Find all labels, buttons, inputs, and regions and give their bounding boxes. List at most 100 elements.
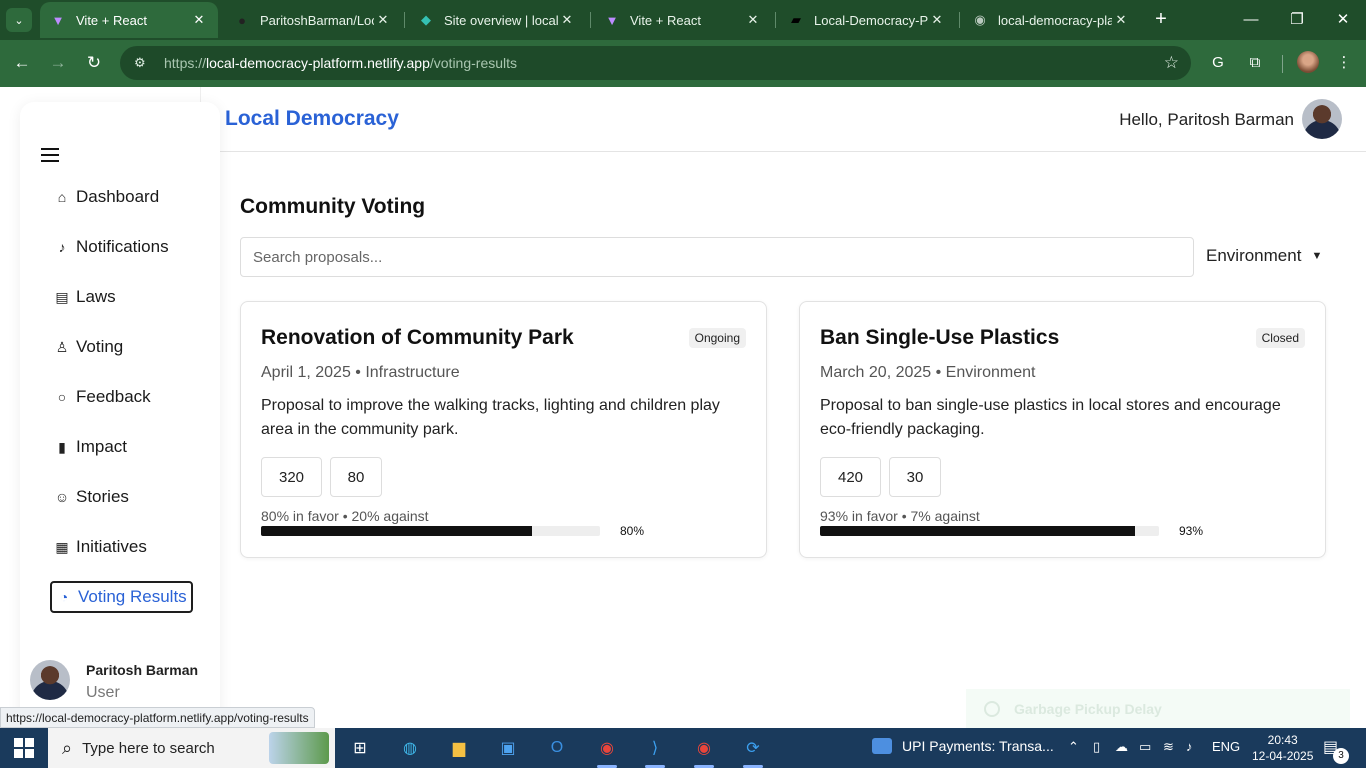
chrome-icon[interactable]: ◉	[593, 734, 621, 768]
notification-count: 3	[1333, 748, 1349, 764]
sidebar-item-laws[interactable]: ▤ Laws	[50, 281, 120, 313]
site-settings-icon[interactable]: ⚙	[134, 55, 154, 71]
document-icon: ▤	[55, 288, 69, 305]
close-icon[interactable]: ✕	[1112, 12, 1130, 28]
sidebar-item-label: Laws	[76, 287, 116, 306]
tab-title: Vite + React	[630, 12, 701, 28]
tab-github[interactable]: ● ParitoshBarman/Local ✕	[224, 2, 402, 38]
tab-vite-react-active[interactable]: ▼ Vite + React ✕	[40, 2, 218, 38]
menu-kebab-icon[interactable]: ⋮	[1332, 51, 1356, 75]
github-icon: ●	[238, 12, 246, 28]
sidebar-item-initiatives[interactable]: ▦ Initiatives	[50, 531, 151, 563]
vote-for-button[interactable]: 420	[820, 457, 881, 497]
file-explorer-icon[interactable]: ▆	[445, 734, 473, 762]
chevron-up-icon[interactable]: ⌃	[1068, 739, 1079, 755]
extensions-icon[interactable]: ⧉	[1243, 51, 1267, 75]
vote-for-button[interactable]: 320	[261, 457, 322, 497]
url-text: https://local-democracy-platform.netlify…	[164, 55, 517, 71]
user-avatar	[30, 660, 70, 700]
toolbar-divider	[1282, 55, 1283, 73]
forward-button[interactable]: →	[45, 50, 71, 76]
progress-fill	[261, 526, 533, 536]
sidebar-item-label: Voting Results	[78, 587, 187, 606]
windows-start-icon[interactable]	[14, 738, 34, 758]
close-icon[interactable]: ✕	[374, 12, 392, 28]
category-filter-select[interactable]: Environment ▼	[1206, 246, 1322, 266]
close-icon[interactable]: ✕	[558, 12, 576, 28]
check-circle-icon	[984, 700, 1000, 717]
tab-search-button[interactable]: ⌄	[6, 8, 32, 32]
sidebar-user[interactable]: Paritosh Barman User	[30, 660, 198, 702]
restore-button[interactable]: ❐	[1282, 8, 1312, 32]
task-view-icon[interactable]: ⊞	[346, 734, 374, 762]
vscode-icon[interactable]: ⟩	[641, 734, 669, 768]
battery-icon[interactable]: ▭	[1139, 739, 1151, 755]
sidebar-item-label: Dashboard	[76, 187, 160, 206]
app-header: Local Democracy Hello, Paritosh Barman	[200, 87, 1366, 152]
sidebar-item-label: Impact	[76, 437, 128, 456]
outlook-icon[interactable]: O	[543, 734, 571, 762]
bar-chart-icon: ▮	[58, 438, 66, 455]
tab-vite-react[interactable]: ▼ Vite + React ✕	[594, 2, 772, 38]
remote-desktop-icon[interactable]: ⟳	[739, 734, 767, 768]
users-icon: ☺	[54, 489, 70, 505]
vote-against-button[interactable]: 30	[889, 457, 941, 497]
vote-against-button[interactable]: 80	[330, 457, 382, 497]
close-icon[interactable]: ✕	[190, 12, 208, 28]
sidebar-item-notifications[interactable]: ♪ Notifications	[50, 231, 173, 263]
tab-netlify[interactable]: ◆ Site overview | local-d ✕	[408, 2, 586, 38]
cloud-icon[interactable]: ☁	[1115, 739, 1128, 755]
proposal-card: Ban Single-Use Plastics Closed March 20,…	[799, 301, 1326, 558]
volume-icon[interactable]: ♪	[1186, 739, 1193, 754]
taskbar-search-placeholder: Type here to search	[82, 739, 215, 757]
toast-notification[interactable]: Garbage Pickup Delay	[966, 689, 1350, 728]
status-badge: Ongoing	[688, 328, 746, 348]
tab-globe[interactable]: ◉ local-democracy-platf ✕	[962, 2, 1140, 38]
brand-logo[interactable]: Local Democracy	[225, 107, 399, 131]
sidebar-item-voting-results[interactable]: ◔ Voting Results	[50, 581, 193, 613]
sidebar-item-dashboard[interactable]: ⌂ Dashboard	[50, 181, 163, 213]
sidebar-item-voting[interactable]: ♙ Voting	[50, 331, 127, 363]
search-input[interactable]	[240, 237, 1194, 277]
sidebar-item-label: Feedback	[76, 387, 151, 406]
grammarly-extension-icon[interactable]: G	[1206, 51, 1230, 75]
globe-icon: ◉	[974, 12, 986, 27]
user-name: Paritosh Barman	[86, 662, 199, 678]
tab-title: local-democracy-platf	[998, 12, 1112, 28]
clock[interactable]: 20:43 12-04-2025	[1252, 732, 1313, 764]
progress-percent: 80%	[620, 524, 645, 538]
proposal-card: Renovation of Community Park Ongoing Apr…	[240, 301, 767, 558]
sidebar: ⌂ Dashboard ♪ Notifications ▤ Laws ♙ Vot…	[20, 102, 220, 728]
back-button[interactable]: ←	[9, 50, 35, 76]
bookmark-star-icon[interactable]: ☆	[1164, 53, 1179, 73]
wifi-icon[interactable]: ≋	[1163, 739, 1174, 755]
hamburger-menu-icon[interactable]	[41, 148, 59, 162]
tab-vercel[interactable]: ▰ Local-Democracy-Pla ✕	[778, 2, 956, 38]
sidebar-item-stories[interactable]: ☺ Stories	[50, 481, 133, 513]
filter-value: Environment	[1206, 246, 1302, 265]
profile-avatar[interactable]	[1297, 51, 1319, 73]
edge-icon[interactable]: ◍	[396, 734, 424, 762]
taskbar-notice[interactable]: UPI Payments: Transa...	[872, 738, 1054, 754]
taskbar-notice-text: UPI Payments: Transa...	[902, 738, 1054, 754]
user-role: User	[86, 684, 120, 701]
sidebar-item-label: Notifications	[76, 237, 169, 256]
language-indicator[interactable]: ENG	[1212, 739, 1240, 754]
minimize-button[interactable]: —	[1236, 8, 1266, 32]
sidebar-item-feedback[interactable]: ○ Feedback	[50, 381, 155, 413]
status-badge: Closed	[1255, 328, 1305, 348]
reload-button[interactable]: ↻	[81, 50, 107, 76]
clock-date: 12-04-2025	[1252, 749, 1314, 763]
address-bar[interactable]: ⚙ https://local-democracy-platform.netli…	[120, 46, 1191, 80]
proposal-title: Renovation of Community Park	[261, 326, 574, 349]
close-window-button[interactable]: ✕	[1328, 8, 1358, 32]
new-tab-button[interactable]: +	[1150, 8, 1172, 30]
close-icon[interactable]: ✕	[928, 12, 946, 28]
taskbar-search[interactable]: ⌕ Type here to search	[48, 728, 335, 768]
usb-icon[interactable]: ▯	[1093, 739, 1100, 755]
chrome-profile-icon[interactable]: ◉	[690, 734, 718, 768]
sidebar-item-impact[interactable]: ▮ Impact	[50, 431, 131, 463]
header-avatar[interactable]	[1302, 99, 1342, 139]
close-icon[interactable]: ✕	[744, 12, 762, 28]
store-icon[interactable]: ▣	[494, 734, 522, 762]
